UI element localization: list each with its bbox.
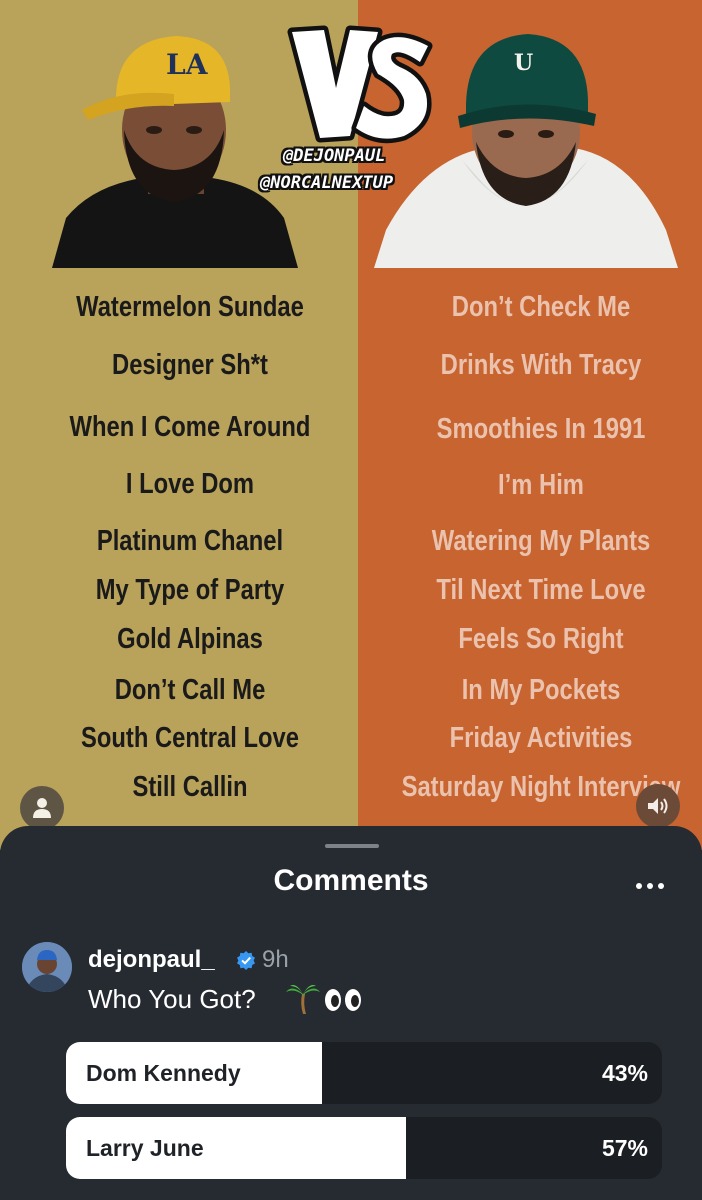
vs-logo (280, 18, 440, 148)
svg-text:U: U (514, 50, 533, 76)
right-song: Feels So Right (458, 623, 624, 655)
poll-option-dom-kennedy[interactable]: Dom Kennedy 43% (66, 1042, 662, 1104)
comments-sheet: Comments dejonpaul_ 9h Who You Got? Dom (0, 826, 702, 1200)
left-song: Still Callin (132, 771, 248, 803)
svg-text:LA: LA (166, 48, 209, 81)
left-song: Platinum Chanel (96, 525, 284, 557)
handle-norcalnextup: @NORCALNEXTUP (260, 173, 394, 193)
right-song: Friday Activities (449, 722, 633, 754)
dom-kennedy-portrait: LA (52, 18, 298, 268)
speaker-icon (648, 798, 668, 814)
poll-option-label: Larry June (86, 1135, 204, 1161)
sheet-title: Comments (273, 864, 429, 897)
right-song: Don’t Check Me (451, 291, 631, 323)
avatar[interactable] (22, 942, 72, 992)
verified-badge-icon (237, 951, 255, 970)
poll-option-label: Dom Kennedy (86, 1060, 241, 1086)
left-song: Don’t Call Me (114, 674, 266, 706)
left-song: My Type of Party (95, 574, 285, 606)
handle-dejonpaul: @DEJONPAUL (283, 146, 386, 166)
left-song: Watermelon Sundae (76, 291, 304, 323)
left-song: Gold Alpinas (117, 623, 263, 655)
comment-text: Who You Got? (88, 984, 256, 1014)
poll-option-percent: 43% (601, 1060, 648, 1086)
eyes-icon (325, 989, 361, 1011)
right-song: Til Next Time Love (436, 574, 646, 606)
left-song: South Central Love (80, 722, 299, 754)
left-song: Designer Sh*t (112, 349, 268, 381)
comment-timestamp: 9h (262, 946, 289, 973)
more-options-button[interactable] (628, 866, 672, 902)
sheet-grabber[interactable] (325, 844, 379, 848)
right-song: Watering My Plants (431, 525, 651, 557)
sound-toggle-button[interactable] (636, 784, 680, 828)
poll-option-percent: 57% (601, 1135, 648, 1161)
comment-username[interactable]: dejonpaul_ (88, 946, 215, 974)
right-song: In My Pockets (461, 674, 621, 706)
left-song: I Love Dom (125, 468, 255, 500)
person-icon (33, 798, 51, 818)
ellipsis-icon (636, 883, 664, 889)
tagged-users-button[interactable] (20, 786, 64, 830)
poll-option-larry-june[interactable]: Larry June 57% (66, 1117, 662, 1179)
left-song: When I Come Around (69, 411, 311, 443)
palm-tree-icon (286, 985, 320, 1014)
right-song: I’m Him (498, 469, 584, 501)
right-song: Drinks With Tracy (440, 349, 642, 381)
right-song: Smoothies In 1991 (436, 413, 646, 445)
